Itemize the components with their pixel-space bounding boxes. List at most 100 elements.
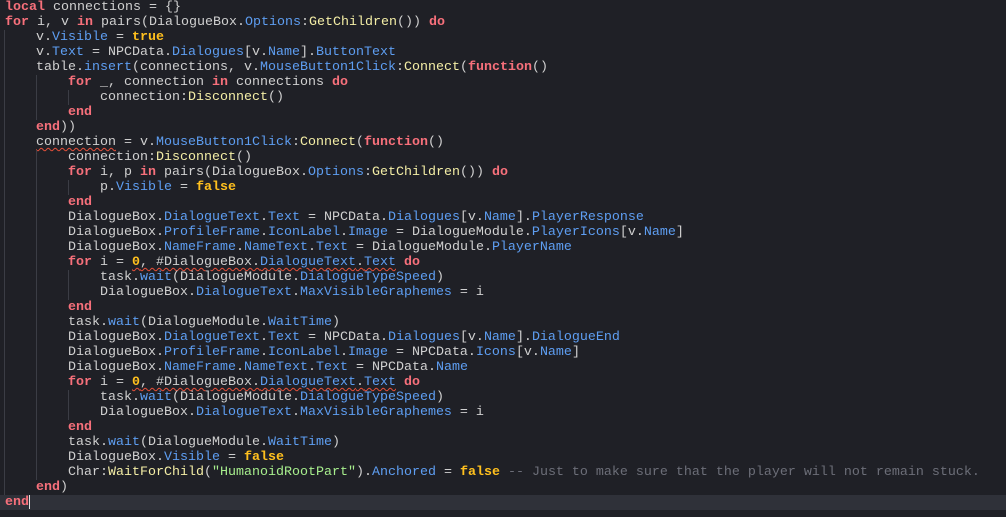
indent-guide (36, 180, 68, 195)
indent-guide (4, 225, 36, 240)
token-text: : (291, 135, 300, 150)
code-line[interactable]: Char:WaitForChild("HumanoidRootPart").An… (0, 465, 1006, 480)
token-text: ) (331, 315, 340, 330)
token-text: = (172, 180, 196, 195)
code-line[interactable]: end (0, 195, 1006, 210)
token-text: i = (92, 255, 132, 270)
code-line[interactable]: connection:Disconnect() (0, 90, 1006, 105)
code-line[interactable]: end (0, 420, 1006, 435)
code-line[interactable]: DialogueBox.DialogueText.Text = NPCData.… (0, 210, 1006, 225)
code-line[interactable]: DialogueBox.DialogueText.MaxVisibleGraph… (0, 405, 1006, 420)
indent-guide (4, 270, 36, 285)
token-text: . (291, 285, 300, 300)
code-line[interactable]: DialogueBox.DialogueText.Text = NPCData.… (0, 330, 1006, 345)
code-line[interactable]: end (0, 105, 1006, 120)
indent-guide (36, 405, 68, 420)
code-line[interactable]: DialogueBox.ProfileFrame.IconLabel.Image… (0, 345, 1006, 360)
code-line[interactable]: p.Visible = false (0, 180, 1006, 195)
token-keyword: end (36, 120, 60, 135)
indent-guide (4, 195, 36, 210)
token-text: DialogueBox. (100, 405, 196, 420)
code-line[interactable]: end) (0, 480, 1006, 495)
code-line[interactable]: DialogueBox.NameFrame.NameText.Text = Di… (0, 240, 1006, 255)
token-text: . (259, 210, 268, 225)
code-line[interactable]: DialogueBox.NameFrame.NameText.Text = NP… (0, 360, 1006, 375)
indent-guide (36, 420, 68, 435)
token-text: (connections, v. (132, 60, 260, 75)
code-line[interactable]: DialogueBox.ProfileFrame.IconLabel.Image… (0, 225, 1006, 240)
token-text: _, connection (92, 75, 212, 90)
code-line[interactable]: for i, v in pairs(DialogueBox.Options:Ge… (0, 15, 1006, 30)
indent-guide (36, 375, 68, 390)
code-line[interactable]: connection:Disconnect() (0, 150, 1006, 165)
token-keyword: for (68, 255, 92, 270)
token-text: = NPCData. (299, 330, 388, 345)
token-text: = NPCData. (84, 45, 172, 60)
code-line[interactable]: for i = 0, #DialogueBox.DialogueText.Tex… (0, 255, 1006, 270)
token-property: DialogueEnd (531, 330, 620, 345)
token-keyword: end (68, 300, 92, 315)
token-text: . (339, 345, 348, 360)
token-property: Name (643, 225, 676, 240)
code-line[interactable]: v.Text = NPCData.Dialogues[v.Name].Butto… (0, 45, 1006, 60)
code-line[interactable]: task.wait(DialogueModule.DialogueTypeSpe… (0, 270, 1006, 285)
code-line[interactable]: table.insert(connections, v.MouseButton1… (0, 60, 1006, 75)
token-text: ()) (396, 15, 429, 30)
code-line[interactable]: task.wait(DialogueModule.WaitTime) (0, 435, 1006, 450)
indent-guide (36, 435, 68, 450)
code-line[interactable]: DialogueBox.DialogueText.MaxVisibleGraph… (0, 285, 1006, 300)
token-property: IconLabel (267, 225, 340, 240)
token-text: DialogueBox. (68, 210, 164, 225)
indent-guide (4, 75, 36, 90)
indent-guide (36, 345, 68, 360)
indent-guide (4, 300, 36, 315)
token-text: i = (92, 375, 132, 390)
token-text: , #DialogueBox. (140, 255, 260, 270)
indent-guide (4, 255, 36, 270)
indent-guide (4, 45, 36, 60)
indent-guide (4, 330, 36, 345)
token-keyword: end (68, 195, 92, 210)
code-editor[interactable]: local connections = {} for i, v in pairs(… (0, 0, 1006, 517)
code-line[interactable]: connection = v.MouseButton1Click:Connect… (0, 135, 1006, 150)
indent-guide (4, 345, 36, 360)
token-text: (DialogueModule. (140, 435, 268, 450)
token-keyword: for (68, 375, 92, 390)
token-text: i, p (92, 165, 140, 180)
code-line[interactable]: end (0, 300, 1006, 315)
indent-guide (4, 30, 36, 45)
token-text: ). (355, 465, 372, 480)
code-line[interactable]: for i, p in pairs(DialogueBox.Options:Ge… (0, 165, 1006, 180)
code-line[interactable]: task.wait(DialogueModule.WaitTime) (0, 315, 1006, 330)
token-keyword: in (211, 75, 228, 90)
token-text: ]. (299, 45, 316, 60)
token-text: (DialogueModule. (172, 270, 300, 285)
token-property: Text (315, 240, 348, 255)
code-line[interactable]: v.Visible = true (0, 30, 1006, 45)
token-text: Char: (68, 465, 108, 480)
indent-guide (4, 480, 36, 495)
indent-guide (68, 270, 100, 285)
code-line[interactable]: task.wait(DialogueModule.DialogueTypeSpe… (0, 390, 1006, 405)
token-keyword: end (68, 420, 92, 435)
indent-guide (36, 330, 68, 345)
code-line[interactable]: local connections = {} (0, 0, 1006, 15)
token-property: Dialogues (387, 210, 460, 225)
indent-guide (4, 60, 36, 75)
code-line[interactable]: end)) (0, 120, 1006, 135)
code-line[interactable]: for i = 0, #DialogueBox.DialogueText.Tex… (0, 375, 1006, 390)
indent-guide (4, 105, 36, 120)
code-line[interactable]: for _, connection in connections do (0, 75, 1006, 90)
token-text: . (235, 240, 244, 255)
token-comment: -- Just to make sure that the player wil… (499, 465, 980, 480)
token-text: = (219, 450, 244, 465)
token-property: DialogueText (163, 210, 260, 225)
code-line[interactable]: DialogueBox.Visible = false (0, 450, 1006, 465)
token-property: MaxVisibleGraphemes (299, 285, 452, 300)
indent-guide (4, 390, 36, 405)
token-text: DialogueBox. (68, 225, 164, 240)
code-line-current[interactable]: end (0, 495, 1006, 510)
token-text: , #DialogueBox. (140, 375, 260, 390)
token-text: . (339, 225, 348, 240)
